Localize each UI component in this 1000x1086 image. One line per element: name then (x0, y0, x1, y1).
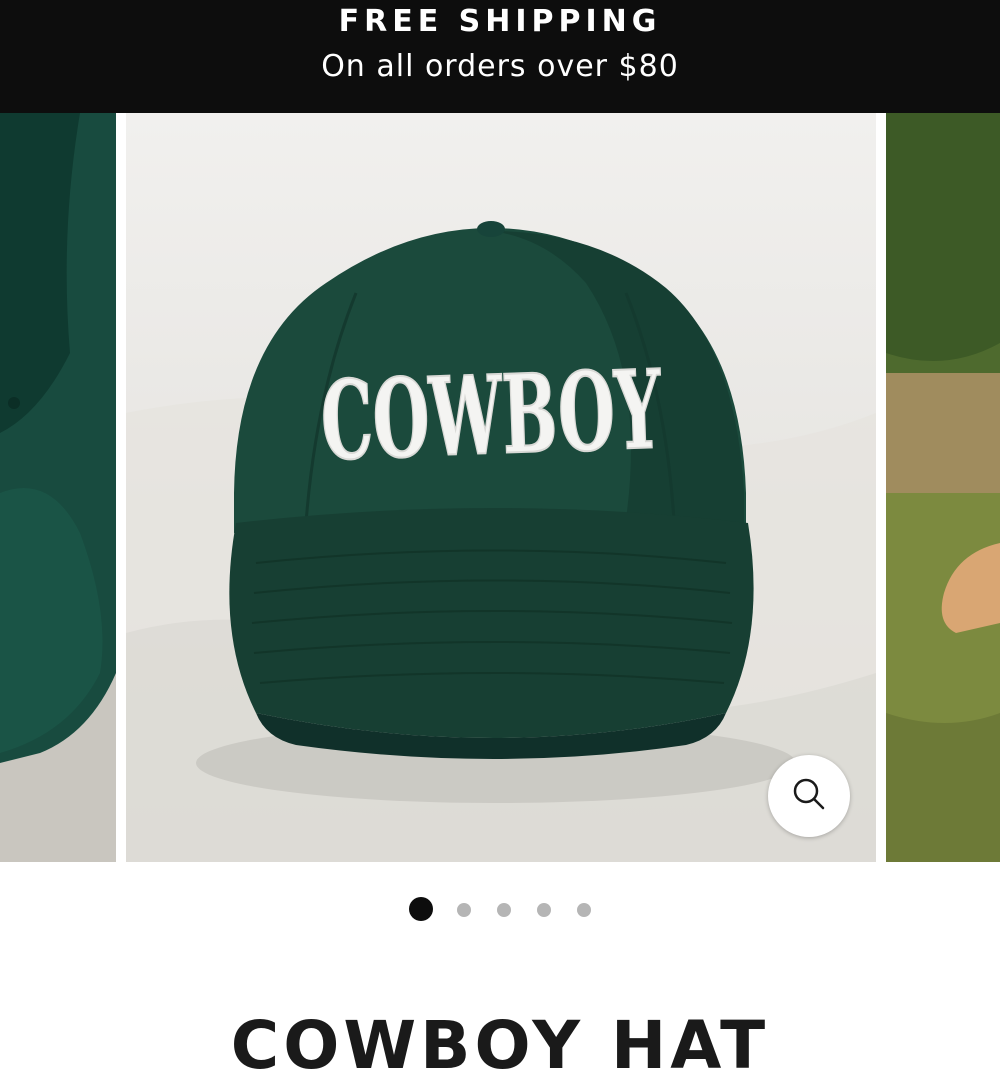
carousel-dot-1[interactable] (409, 897, 433, 921)
search-icon (789, 774, 829, 819)
carousel-dot-5[interactable] (577, 903, 591, 917)
carousel-dot-4[interactable] (537, 903, 551, 917)
previous-slide-image[interactable] (0, 113, 116, 862)
announcement-bar: FREE SHIPPING On all orders over $80 (0, 0, 1000, 113)
product-title: COWBOY HAT (230, 1007, 770, 1085)
zoom-button[interactable] (768, 755, 850, 837)
main-product-image[interactable]: COWBOY (126, 113, 876, 862)
carousel-dot-2[interactable] (457, 903, 471, 917)
next-slide-image[interactable] (886, 113, 1000, 862)
announcement-subtitle: On all orders over $80 (321, 49, 679, 84)
announcement-title: FREE SHIPPING (338, 4, 662, 39)
carousel-pagination (0, 897, 1000, 921)
carousel-dot-3[interactable] (497, 903, 511, 917)
hat-embroidery-text: COWBOY (319, 347, 664, 485)
product-image-carousel[interactable]: COWBOY (0, 113, 1000, 862)
